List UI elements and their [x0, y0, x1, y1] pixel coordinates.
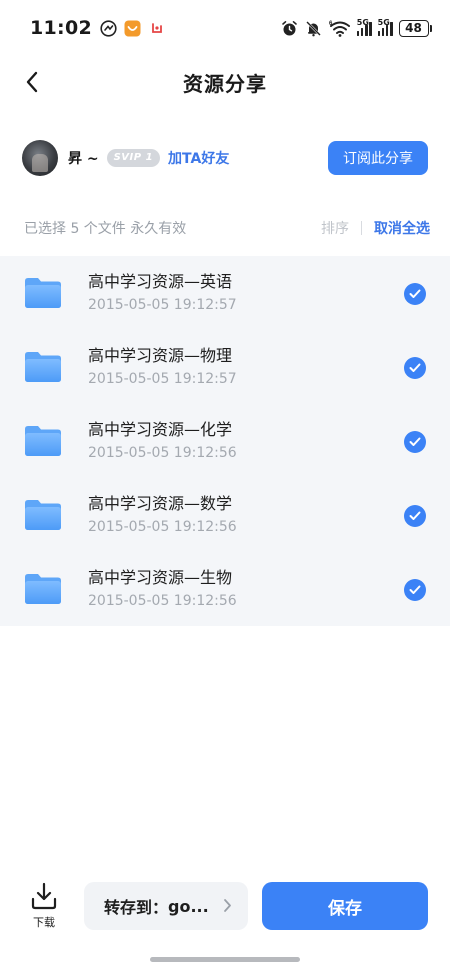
check-icon — [409, 437, 421, 446]
folder-icon — [25, 352, 61, 382]
checkbox-checked[interactable] — [404, 579, 426, 601]
save-to-label: 转存到： — [104, 898, 169, 917]
selection-info: 已选择 5 个文件 永久有效 — [24, 221, 187, 237]
signal-icon: 5G — [377, 18, 393, 36]
add-friend-link[interactable]: 加TA好友 — [168, 148, 229, 168]
file-list: 高中学习资源—英语 2015-05-05 19:12:57 高中学习资源—物理 … — [0, 256, 450, 626]
list-item[interactable]: 高中学习资源—化学 2015-05-05 19:12:56 — [0, 404, 450, 478]
check-icon — [409, 363, 421, 372]
chevron-right-icon — [224, 899, 231, 912]
status-bar: 11:02 6 5G 5G 48 — [0, 0, 450, 56]
folder-icon — [25, 278, 61, 308]
red-app-icon — [148, 19, 166, 37]
list-item[interactable]: 高中学习资源—英语 2015-05-05 19:12:57 — [0, 256, 450, 330]
alarm-icon — [281, 19, 299, 37]
file-date: 2015-05-05 19:12:57 — [88, 297, 237, 313]
folder-icon — [25, 574, 61, 604]
signal-icon: 5G — [356, 18, 372, 36]
folder-icon — [25, 500, 61, 530]
save-to-destination: go... — [168, 896, 209, 916]
mute-icon — [305, 19, 323, 37]
file-date: 2015-05-05 19:12:56 — [88, 445, 237, 461]
status-left-icons — [100, 19, 166, 37]
check-icon — [409, 289, 421, 298]
shopping-app-icon — [124, 19, 142, 37]
wifi-icon: 6 — [329, 19, 351, 37]
status-right-icons: 6 5G 5G 48 — [281, 18, 432, 37]
home-indicator[interactable] — [150, 957, 300, 962]
bottom-bar: 下载 转存到： go... 保存 — [0, 880, 450, 936]
checkbox-checked[interactable] — [404, 283, 426, 305]
avatar[interactable] — [22, 140, 58, 176]
divider — [361, 221, 362, 235]
svip-badge: SVIP 1 — [106, 149, 161, 167]
selection-row: 已选择 5 个文件 永久有效 排序 取消全选 — [24, 216, 430, 240]
list-item[interactable]: 高中学习资源—数学 2015-05-05 19:12:56 — [0, 478, 450, 552]
save-to-selector[interactable]: 转存到： go... — [84, 882, 248, 930]
checkbox-checked[interactable] — [404, 505, 426, 527]
header: 资源分享 — [0, 56, 450, 108]
chevron-left-icon — [26, 71, 38, 93]
file-date: 2015-05-05 19:12:56 — [88, 593, 237, 609]
file-date: 2015-05-05 19:12:57 — [88, 371, 237, 387]
subscribe-button[interactable]: 订阅此分享 — [328, 141, 428, 175]
signal-label: 5G — [356, 18, 369, 27]
sort-button[interactable]: 排序 — [321, 218, 349, 238]
messenger-app-icon — [100, 19, 118, 37]
status-time: 11:02 — [30, 17, 92, 39]
file-name: 高中学习资源—英语 — [88, 272, 233, 291]
sharer-name[interactable]: 昇 ~ — [68, 148, 99, 168]
file-date: 2015-05-05 19:12:56 — [88, 519, 237, 535]
file-name: 高中学习资源—物理 — [88, 346, 233, 365]
file-name: 高中学习资源—数学 — [88, 494, 233, 513]
save-button[interactable]: 保存 — [262, 882, 428, 930]
cancel-all-button[interactable]: 取消全选 — [374, 218, 430, 238]
download-icon — [31, 882, 57, 910]
check-icon — [409, 585, 421, 594]
folder-icon — [25, 426, 61, 456]
list-item[interactable]: 高中学习资源—物理 2015-05-05 19:12:57 — [0, 330, 450, 404]
back-button[interactable] — [16, 66, 48, 98]
file-name: 高中学习资源—化学 — [88, 420, 233, 439]
battery-icon: 48 — [398, 19, 432, 37]
checkbox-checked[interactable] — [404, 357, 426, 379]
checkbox-checked[interactable] — [404, 431, 426, 453]
battery-level: 48 — [398, 19, 429, 37]
sharer-row: 昇 ~ SVIP 1 加TA好友 订阅此分享 — [22, 138, 428, 178]
list-item[interactable]: 高中学习资源—生物 2015-05-05 19:12:56 — [0, 552, 450, 626]
signal-label: 5G — [377, 18, 390, 27]
download-button[interactable]: 下载 — [26, 882, 62, 934]
page-title: 资源分享 — [183, 71, 267, 96]
check-icon — [409, 511, 421, 520]
file-name: 高中学习资源—生物 — [88, 568, 233, 587]
download-label: 下载 — [33, 916, 55, 929]
